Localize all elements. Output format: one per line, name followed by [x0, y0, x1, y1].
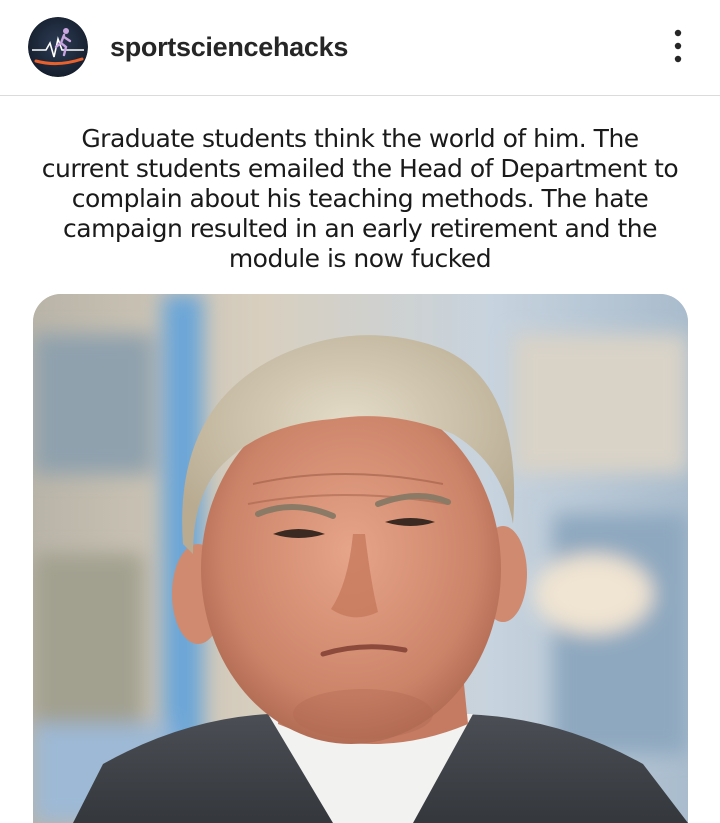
man-portrait-photo — [33, 294, 688, 823]
runner-heartbeat-icon — [28, 17, 88, 77]
profile-avatar[interactable] — [28, 17, 88, 77]
username[interactable]: sportsciencehacks — [110, 30, 348, 64]
post-header: sportsciencehacks — [0, 0, 720, 96]
more-vertical-icon — [674, 29, 682, 63]
post-photo[interactable] — [33, 294, 688, 823]
post-caption: Graduate students think the world of him… — [41, 124, 679, 273]
more-options-button[interactable] — [666, 24, 690, 68]
